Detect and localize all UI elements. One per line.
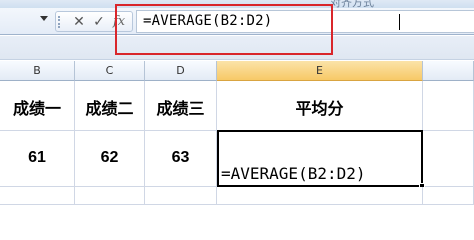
namebox-dropdown-icon[interactable] (40, 16, 48, 21)
cell-f1[interactable] (423, 81, 474, 131)
cell-c3[interactable] (75, 187, 145, 205)
cell-f3[interactable] (423, 187, 474, 205)
column-header-f[interactable] (423, 61, 474, 81)
cell-b2[interactable]: 61 (0, 131, 75, 187)
cell-d3[interactable] (145, 187, 217, 205)
cell-text: 成绩一 (12, 99, 61, 118)
cell-e3[interactable] (217, 187, 423, 205)
highlight-box (115, 4, 333, 55)
cell-value: 63 (171, 149, 190, 166)
cell-formula: =AVERAGE(B2:D2) (221, 164, 366, 183)
cell-text: 平均分 (295, 99, 344, 118)
cell-b3[interactable] (0, 187, 75, 205)
cell-c2[interactable]: 62 (75, 131, 145, 187)
cell-value: 62 (100, 149, 119, 166)
check-icon[interactable]: ✓ (90, 12, 108, 32)
text-caret (399, 14, 400, 30)
column-header-b[interactable]: B (0, 61, 75, 81)
cell-c1[interactable]: 成绩二 (75, 81, 145, 131)
cell-d2[interactable]: 63 (145, 131, 217, 187)
column-header-c[interactable]: C (75, 61, 145, 81)
column-header-e[interactable]: E (217, 61, 423, 81)
cell-value: 61 (28, 149, 46, 166)
cancel-icon[interactable]: ✕ (70, 12, 88, 32)
cell-text: 成绩二 (85, 99, 134, 118)
column-header-d[interactable]: D (145, 61, 217, 81)
cell-text: 成绩三 (156, 99, 205, 118)
cell-d1[interactable]: 成绩三 (145, 81, 217, 131)
grip-handle[interactable] (58, 16, 68, 28)
cell-b1[interactable]: 成绩一 (0, 81, 75, 131)
active-cell-e2[interactable]: =AVERAGE(B2:D2) (217, 130, 425, 189)
cell-f2[interactable] (423, 131, 474, 187)
cell-e1[interactable]: 平均分 (217, 81, 423, 131)
